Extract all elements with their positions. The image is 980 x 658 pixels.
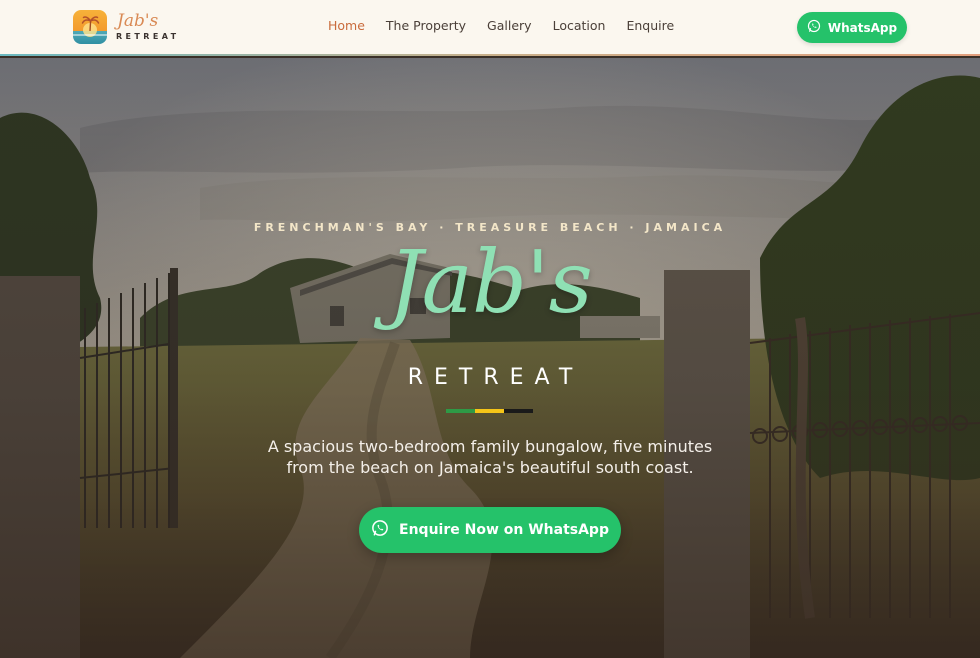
hero-overlay — [0, 58, 980, 658]
enquire-whatsapp-button[interactable]: Enquire Now on WhatsApp — [359, 507, 621, 553]
whatsapp-icon — [807, 19, 821, 36]
site-header: Jab's RETREAT Home The Property Gallery … — [0, 0, 980, 56]
nav-location[interactable]: Location — [553, 18, 606, 33]
hero-section: FRENCHMAN'S BAY · TREASURE BEACH · JAMAI… — [0, 58, 980, 658]
nav-gallery[interactable]: Gallery — [487, 18, 532, 33]
nav-enquire[interactable]: Enquire — [626, 18, 674, 33]
hero-title-script: Jab's — [388, 233, 593, 333]
palm-sunset-icon — [73, 10, 107, 44]
main-nav: Home The Property Gallery Location Enqui… — [328, 18, 695, 33]
nav-the-property[interactable]: The Property — [386, 18, 466, 33]
nav-home[interactable]: Home — [328, 18, 365, 33]
hero-tagline-line1: A spacious two-bedroom family bungalow, … — [267, 437, 713, 456]
whatsapp-header-button[interactable]: WhatsApp — [797, 12, 907, 43]
site-logo[interactable]: Jab's RETREAT — [73, 10, 180, 44]
enquire-whatsapp-label: Enquire Now on WhatsApp — [399, 522, 609, 538]
hero-tagline: A spacious two-bedroom family bungalow, … — [0, 436, 980, 478]
whatsapp-header-label: WhatsApp — [827, 20, 898, 35]
hero-tagline-line2: from the beach on Jamaica's beautiful so… — [286, 458, 694, 477]
whatsapp-icon — [371, 519, 389, 541]
jamaica-flag-bar — [446, 409, 533, 413]
logo-sub-text: RETREAT — [116, 32, 180, 41]
logo-script-text: Jab's — [117, 11, 159, 31]
hero-title-sub: RETREAT — [407, 365, 584, 390]
